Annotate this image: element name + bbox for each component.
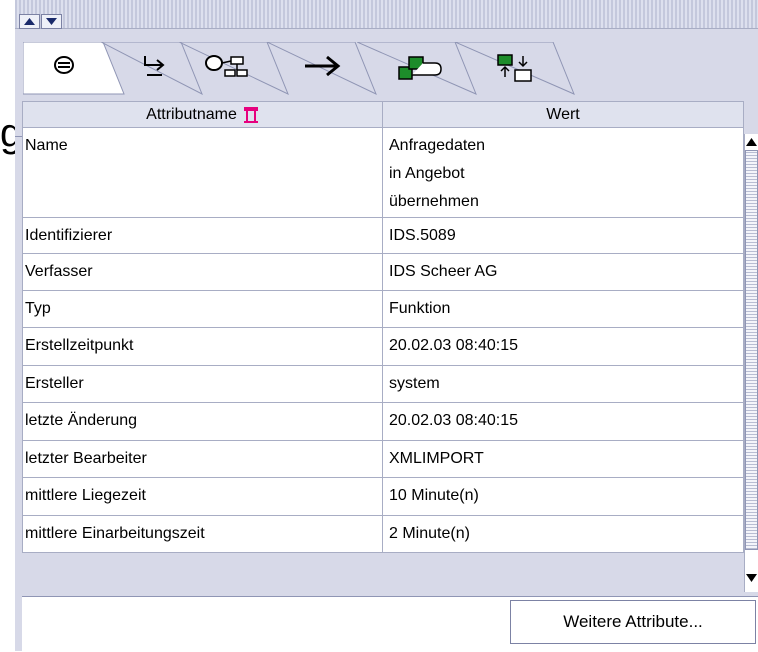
table-row[interactable]: letzte Änderung 20.02.03 08:40:15 (22, 403, 744, 441)
triangle-down-icon (46, 18, 57, 25)
tab-assignments[interactable] (455, 42, 575, 95)
column-header-label: Attributname (146, 105, 237, 123)
table-row[interactable]: Erstellzeitpunkt 20.02.03 08:40:15 (22, 328, 744, 366)
value-line: in Angebot (389, 165, 465, 182)
table-row[interactable]: Verfasser IDS Scheer AG (22, 254, 744, 291)
expand-down-button[interactable] (41, 14, 62, 29)
value-line: Anfragedaten (389, 137, 486, 154)
arrow-right-icon (305, 55, 341, 77)
column-header-attributname[interactable]: Attributname (22, 101, 383, 128)
attribute-name-cell: Name (22, 128, 383, 218)
value-line: übernehmen (389, 193, 479, 210)
table-row[interactable]: Ersteller system (22, 366, 744, 403)
pin-icon[interactable] (243, 106, 259, 124)
panel-title-bar[interactable] (15, 0, 758, 29)
scrollbar-thumb[interactable] (745, 150, 758, 550)
attribute-value-cell: system (383, 366, 744, 403)
assignment-icon (497, 54, 532, 82)
collapse-up-button[interactable] (19, 14, 40, 29)
table-row[interactable]: Name Anfragedaten in Angebot übernehmen (22, 128, 744, 218)
table-row[interactable]: mittlere Einarbeitungszeit 2 Minute(n) (22, 516, 744, 553)
more-attributes-button[interactable]: Weitere Attribute... (510, 600, 756, 644)
attribute-name-cell: letzter Bearbeiter (22, 441, 383, 478)
attribute-name-cell: Erstellzeitpunkt (22, 328, 383, 366)
attribute-value-cell: 2 Minute(n) (383, 516, 744, 553)
tab-bar (15, 42, 758, 137)
table-row[interactable]: Identifizierer IDS.5089 (22, 218, 744, 254)
attribute-name-cell: mittlere Liegezeit (22, 478, 383, 516)
attribute-value-cell: IDS Scheer AG (383, 254, 744, 291)
column-header-label: Wert (546, 105, 580, 123)
relation-icon (144, 56, 165, 76)
hierarchy-icon (205, 55, 248, 77)
connected-shapes-icon (398, 56, 442, 80)
table-row[interactable]: Typ Funktion (22, 291, 744, 328)
attributes-panel: Attributname Wert Name Anfragedaten in A… (15, 0, 758, 652)
attribute-name-cell: Ersteller (22, 366, 383, 403)
attribute-value-cell: XMLIMPORT (383, 441, 744, 478)
attribute-name-cell: mittlere Einarbeitungszeit (22, 516, 383, 553)
scroll-up-icon[interactable] (746, 138, 757, 146)
column-header-wert[interactable]: Wert (382, 101, 744, 128)
object-icon (54, 56, 74, 74)
table-row[interactable]: mittlere Liegezeit 10 Minute(n) (22, 478, 744, 516)
attribute-value-cell: Anfragedaten in Angebot übernehmen (383, 128, 744, 218)
attribute-name-cell: Identifizierer (22, 218, 383, 254)
attribute-value-cell: 20.02.03 08:40:15 (383, 328, 744, 366)
attribute-value-cell: Funktion (383, 291, 744, 328)
vertical-scrollbar[interactable] (744, 134, 758, 592)
scroll-down-icon[interactable] (746, 574, 757, 582)
table-row[interactable]: letzter Bearbeiter XMLIMPORT (22, 441, 744, 478)
left-margin: g (0, 0, 22, 651)
attribute-value-cell: 10 Minute(n) (383, 478, 744, 516)
attribute-name-cell: Verfasser (22, 254, 383, 291)
attribute-value-cell: IDS.5089 (383, 218, 744, 254)
attribute-value-cell: 20.02.03 08:40:15 (383, 403, 744, 441)
triangle-up-icon (24, 18, 35, 25)
attribute-name-cell: letzte Änderung (22, 403, 383, 441)
attribute-name-cell: Typ (22, 291, 383, 328)
